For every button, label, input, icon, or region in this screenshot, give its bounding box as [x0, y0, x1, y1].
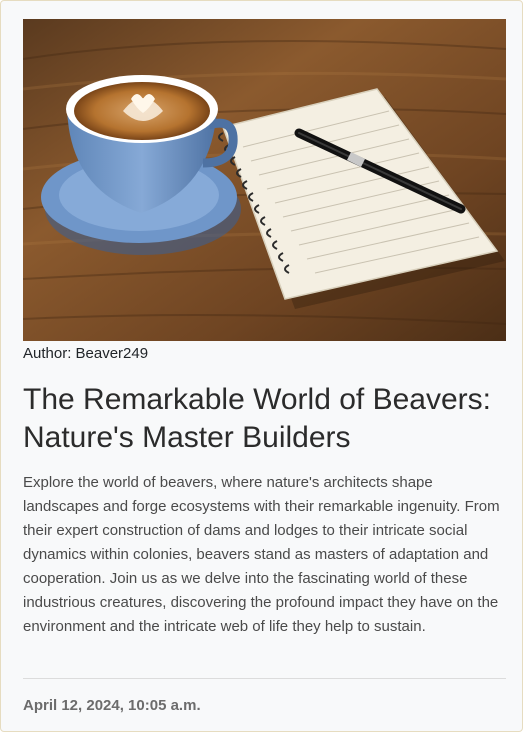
post-title[interactable]: The Remarkable World of Beavers: Nature'…: [23, 381, 513, 457]
post-author: Author: Beaver249: [23, 345, 149, 362]
post-card: Author: Beaver249 The Remarkable World o…: [0, 0, 523, 732]
divider: [23, 678, 506, 679]
post-image: [23, 19, 506, 341]
post-description: Explore the world of beavers, where natu…: [23, 474, 500, 635]
post-date: April 12, 2024, 10:05 a.m.: [23, 697, 201, 714]
